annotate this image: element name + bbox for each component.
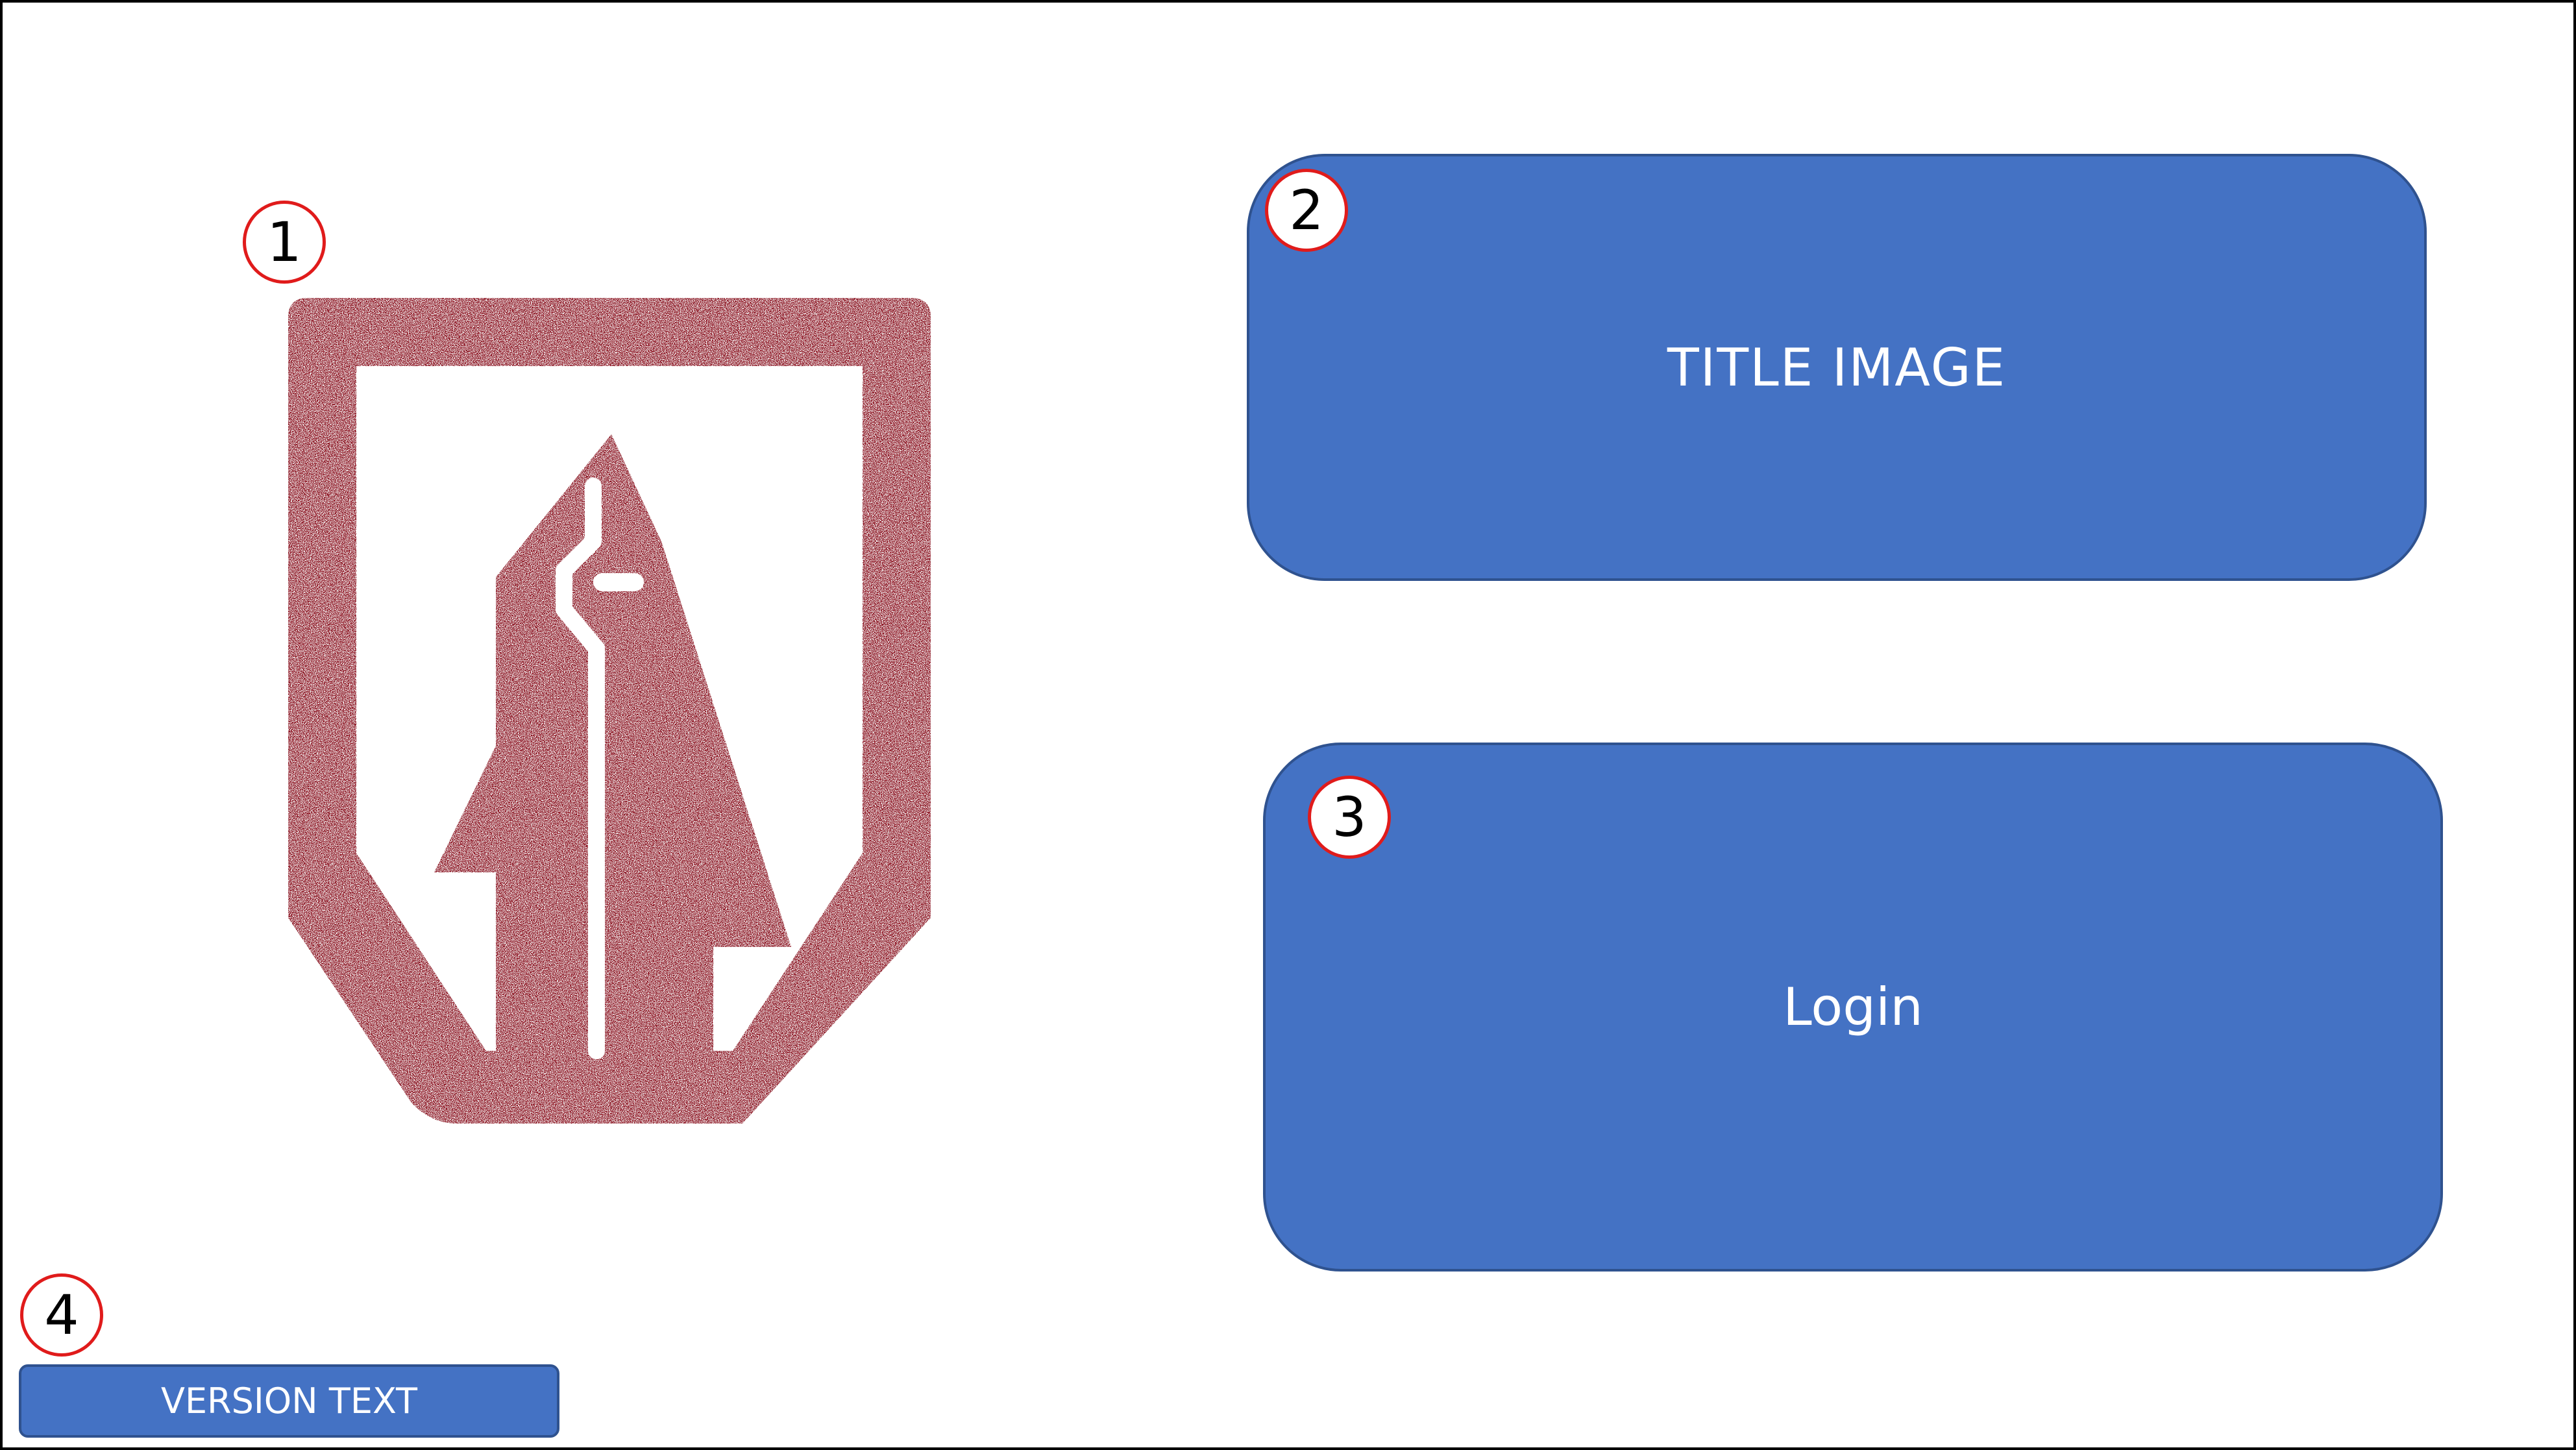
annotation-marker-3: 3: [1308, 776, 1391, 859]
annotation-marker-4: 4: [20, 1273, 103, 1357]
mockup-canvas: 1 TITLE IMAGE 2 Login 3 4 VERSION TEXT: [0, 0, 2576, 1450]
annotation-marker-1: 1: [243, 201, 326, 284]
login-label: Login: [1783, 977, 1923, 1037]
login-button[interactable]: Login: [1263, 743, 2443, 1272]
title-image-label: TITLE IMAGE: [1667, 337, 2007, 398]
version-text-bar: VERSION TEXT: [19, 1364, 559, 1438]
version-text-label: VERSION TEXT: [161, 1381, 417, 1421]
annotation-marker-2: 2: [1265, 169, 1348, 252]
title-image-panel: TITLE IMAGE: [1247, 154, 2427, 581]
hooded-figure-shield-icon: [288, 298, 931, 1124]
